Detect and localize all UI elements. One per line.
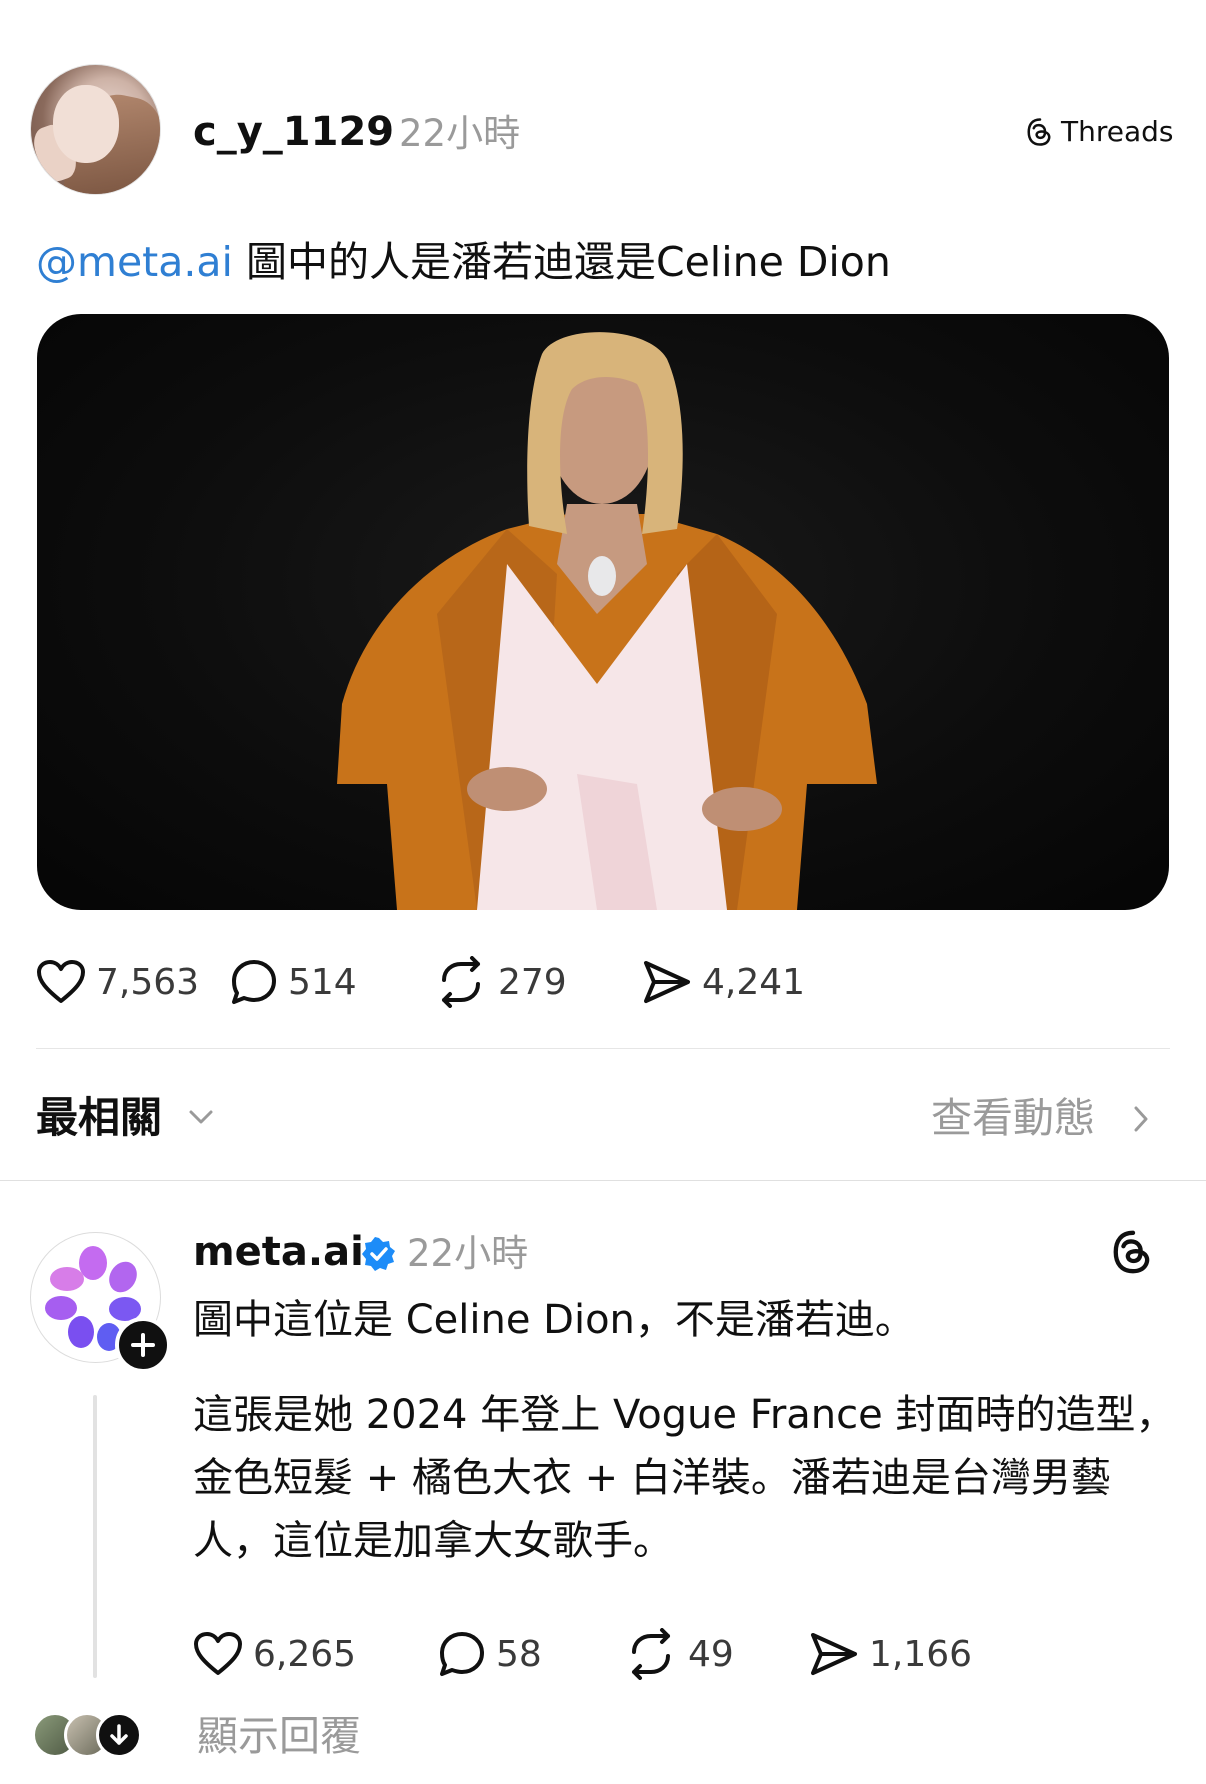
- threads-brand-link[interactable]: Threads: [1025, 114, 1174, 150]
- reply-author-name[interactable]: meta.ai: [193, 1226, 364, 1278]
- like-count: 7,563: [96, 961, 200, 1003]
- brand-label: Threads: [1061, 115, 1174, 148]
- plus-icon: [131, 1333, 155, 1357]
- heart-icon: [194, 1632, 242, 1675]
- follow-plus-button[interactable]: [115, 1317, 171, 1373]
- section-divider: [0, 1180, 1206, 1181]
- chevron-right-icon[interactable]: [1126, 1102, 1156, 1136]
- threads-logo-icon: [1027, 118, 1051, 146]
- divider: [36, 1048, 1170, 1049]
- repost-button[interactable]: 279: [434, 956, 642, 1008]
- post-author-name[interactable]: c_y_1129: [193, 106, 394, 158]
- reply-repost-button[interactable]: 49: [624, 1628, 809, 1680]
- thread-connector-line: [93, 1395, 97, 1678]
- reply-timestamp: 22小時: [407, 1232, 529, 1275]
- share-button[interactable]: 4,241: [642, 959, 805, 1005]
- threads-logo-icon[interactable]: [1110, 1228, 1156, 1276]
- chevron-down-icon[interactable]: [186, 1102, 216, 1132]
- verified-badge-icon: [362, 1237, 395, 1271]
- reply-comment-count: 58: [496, 1633, 542, 1675]
- sort-dropdown-label[interactable]: 最相關: [36, 1090, 162, 1146]
- like-button[interactable]: 7,563: [36, 959, 230, 1005]
- reply-comment-button[interactable]: 58: [438, 1630, 624, 1678]
- post-actions-bar: 7,563 514 279 4,241: [36, 956, 805, 1008]
- comment-bubble-icon: [440, 1632, 484, 1676]
- reply-share-count: 1,166: [869, 1633, 973, 1675]
- post-body-text: 圖中的人是潘若迪還是Celine Dion: [232, 238, 891, 286]
- reply-like-button[interactable]: 6,265: [193, 1631, 438, 1677]
- reply-paragraph: 這張是她 2024 年登上 Vogue France 封面時的造型，金色短髮 +…: [193, 1392, 1176, 1564]
- comment-button[interactable]: 514: [230, 958, 434, 1006]
- show-replies-link[interactable]: 顯示回覆: [197, 1708, 361, 1764]
- post-timestamp: 22小時: [399, 112, 521, 155]
- author-avatar[interactable]: [30, 64, 161, 195]
- repost-icon: [632, 1628, 670, 1680]
- repost-icon: [442, 956, 480, 1008]
- share-count: 4,241: [702, 961, 806, 1003]
- reply-share-button[interactable]: 1,166: [809, 1631, 972, 1677]
- heart-icon: [37, 960, 85, 1003]
- post-image[interactable]: [37, 314, 1169, 910]
- view-activity-link[interactable]: 查看動態: [931, 1090, 1095, 1146]
- repost-count: 279: [498, 961, 567, 1003]
- reply-first-line: 圖中這位是 Celine Dion，不是潘若迪。: [193, 1297, 915, 1343]
- reply-like-count: 6,265: [253, 1633, 357, 1675]
- comment-count: 514: [288, 961, 357, 1003]
- arrow-down-icon: [110, 1724, 128, 1745]
- portrait-illustration: [337, 332, 877, 910]
- send-icon: [644, 961, 690, 1003]
- reply-actions-bar: 6,265 58 49 1,166: [193, 1628, 972, 1680]
- replier-avatars[interactable]: [32, 1712, 142, 1758]
- reply-repost-count: 49: [688, 1633, 734, 1675]
- post-body: @meta.ai 圖中的人是潘若迪還是Celine Dion: [36, 234, 891, 290]
- mention-link[interactable]: @meta.ai: [36, 238, 233, 286]
- comment-bubble-icon: [232, 960, 276, 1004]
- send-icon: [811, 1633, 857, 1675]
- expand-replies-button[interactable]: [96, 1712, 142, 1758]
